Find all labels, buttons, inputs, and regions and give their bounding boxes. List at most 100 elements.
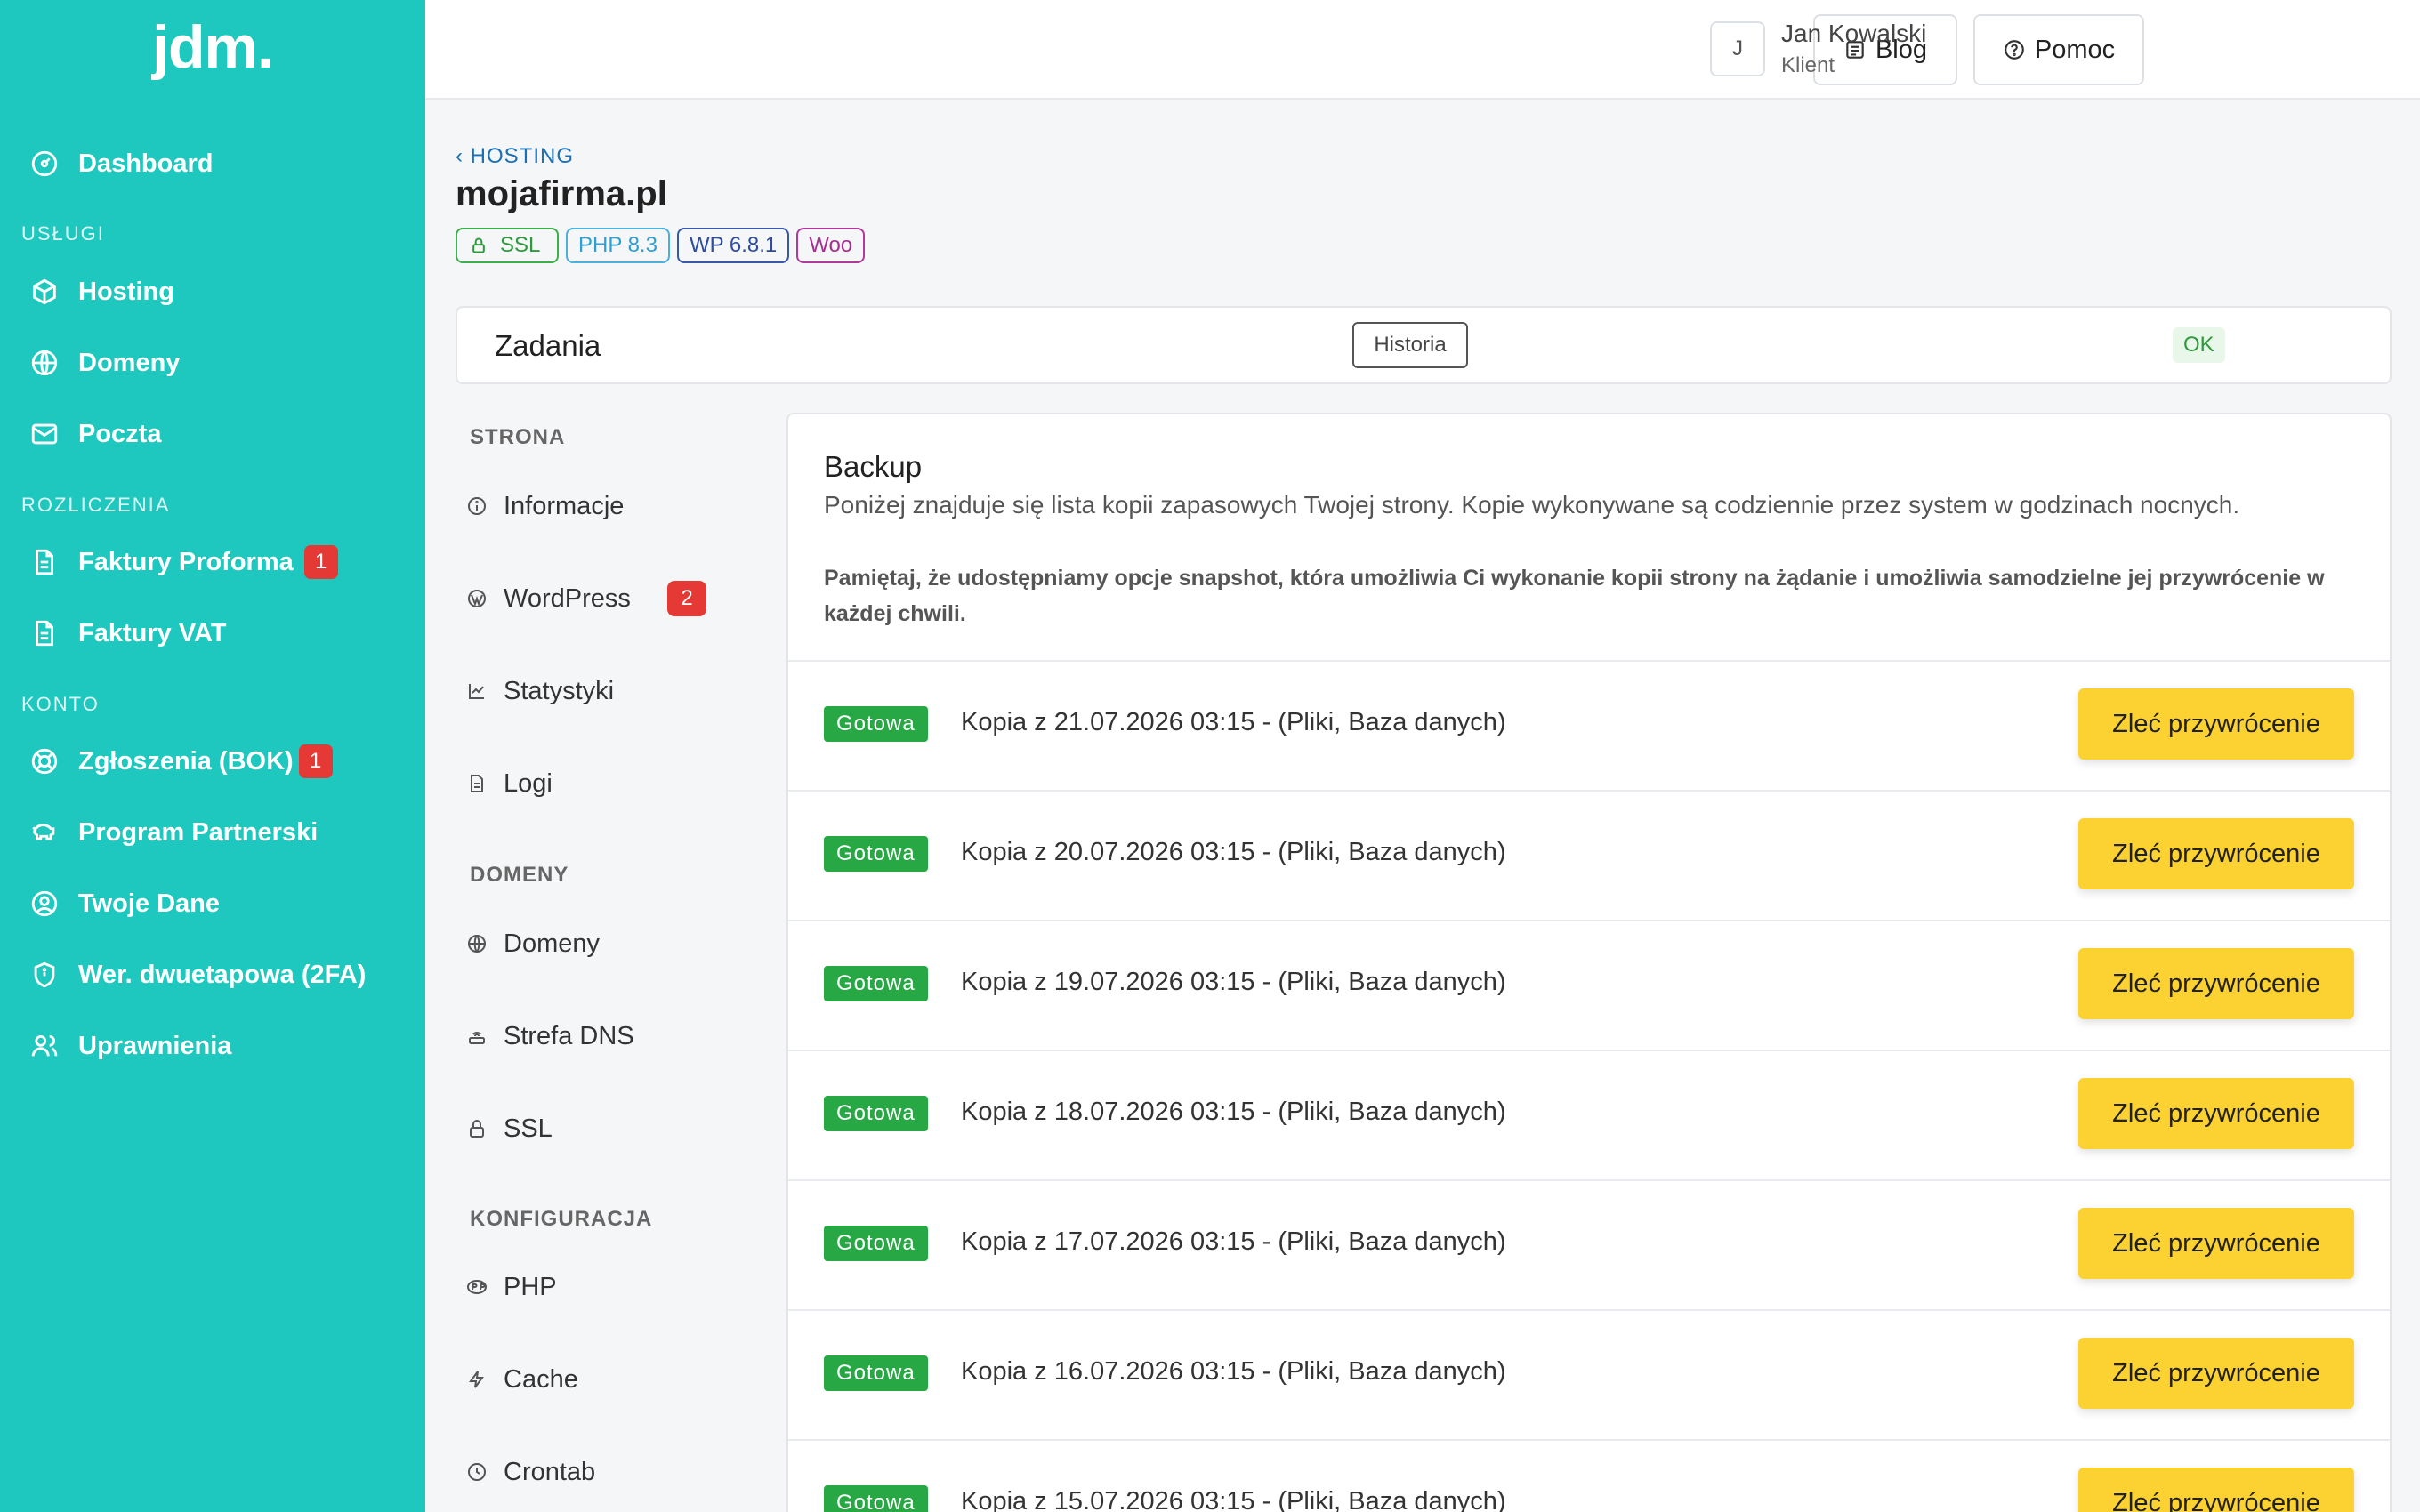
backup-row-text: Kopia z 20.07.2026 03:15 - (Pliki, Baza … bbox=[961, 838, 1506, 866]
sidebar-item-poczta[interactable]: Poczta bbox=[27, 409, 161, 459]
restore-button[interactable]: Zleć przywrócenie bbox=[2078, 1078, 2354, 1149]
subnav-item-label: SSL bbox=[504, 1114, 553, 1143]
restore-button[interactable]: Zleć przywrócenie bbox=[2078, 1338, 2354, 1409]
file-text-icon bbox=[463, 769, 491, 798]
lifebuoy-icon bbox=[27, 744, 62, 779]
history-button[interactable]: Historia bbox=[1352, 322, 1468, 368]
php-version-tag: PHP 8.3 bbox=[566, 228, 670, 263]
sidebar-item-label: Faktury VAT bbox=[78, 618, 227, 647]
backup-row: Gotowa Kopia z 20.07.2026 03:15 - (Pliki… bbox=[788, 790, 2390, 920]
subnav-section-strona: STRONA bbox=[470, 425, 566, 449]
sidebar-item-program-partnerski[interactable]: Program Partnerski bbox=[27, 808, 318, 857]
help-button-label: Pomoc bbox=[2034, 35, 2116, 64]
subnav-section-konfiguracja: KONFIGURACJA bbox=[470, 1207, 653, 1231]
restore-button[interactable]: Zleć przywrócenie bbox=[2078, 818, 2354, 889]
restore-button[interactable]: Zleć przywrócenie bbox=[2078, 948, 2354, 1019]
document-icon bbox=[27, 544, 62, 580]
router-icon bbox=[463, 1022, 491, 1050]
backup-title: Backup bbox=[824, 450, 923, 483]
status-badge: Gotowa bbox=[824, 966, 928, 1001]
backup-row-text: Kopia z 16.07.2026 03:15 - (Pliki, Baza … bbox=[961, 1357, 1506, 1386]
notification-badge: 2 bbox=[667, 581, 706, 616]
shield-icon bbox=[27, 957, 62, 993]
sidebar-item-faktury-proforma[interactable]: Faktury Proforma 1 bbox=[27, 537, 338, 587]
subnav-item-cache[interactable]: Cache bbox=[463, 1357, 578, 1402]
backup-row: Gotowa Kopia z 18.07.2026 03:15 - (Pliki… bbox=[788, 1050, 2390, 1179]
subnav-item-ssl[interactable]: SSL bbox=[463, 1106, 553, 1151]
status-badge: Gotowa bbox=[824, 1096, 928, 1131]
users-icon bbox=[27, 1028, 62, 1064]
subnav-item-statystyki[interactable]: Statystyki bbox=[463, 669, 614, 713]
globe-icon bbox=[463, 929, 491, 958]
subnav-section-domeny: DOMENY bbox=[470, 863, 569, 887]
status-badge: Gotowa bbox=[824, 836, 928, 872]
breadcrumb[interactable]: ‹ HOSTING bbox=[456, 144, 574, 169]
restore-button[interactable]: Zleć przywrócenie bbox=[2078, 688, 2354, 760]
wordpress-icon bbox=[463, 584, 491, 613]
sidebar-item-hosting[interactable]: Hosting bbox=[27, 267, 174, 317]
backup-row: Gotowa Kopia z 17.07.2026 03:15 - (Pliki… bbox=[788, 1179, 2390, 1309]
gauge-icon bbox=[27, 146, 62, 181]
sidebar-item-faktury-vat[interactable]: Faktury VAT bbox=[27, 608, 227, 658]
avatar[interactable]: J bbox=[1710, 21, 1765, 76]
subnav-item-logi[interactable]: Logi bbox=[463, 761, 553, 806]
backup-row: Gotowa Kopia z 16.07.2026 03:15 - (Pliki… bbox=[788, 1309, 2390, 1439]
restore-button[interactable]: Zleć przywrócenie bbox=[2078, 1468, 2354, 1512]
sidebar-section-konto: KONTO bbox=[21, 693, 100, 715]
user-circle-icon bbox=[27, 886, 62, 921]
mail-icon bbox=[27, 416, 62, 452]
sidebar-item-domeny[interactable]: Domeny bbox=[27, 338, 180, 388]
logo[interactable]: jdm. bbox=[0, 12, 425, 82]
subnav-item-label: WordPress bbox=[504, 583, 631, 613]
bolt-icon bbox=[463, 1365, 491, 1394]
restore-button[interactable]: Zleć przywrócenie bbox=[2078, 1208, 2354, 1279]
subnav-item-label: Domeny bbox=[504, 929, 600, 958]
sidebar-item-label: Uprawnienia bbox=[78, 1031, 232, 1060]
sidebar-item-label: Faktury Proforma bbox=[78, 547, 294, 576]
chart-icon bbox=[463, 677, 491, 705]
sidebar-section-uslugi: USŁUGI bbox=[21, 222, 105, 245]
lock-icon bbox=[463, 1114, 491, 1143]
subnav-item-strefa-dns[interactable]: Strefa DNS bbox=[463, 1014, 634, 1058]
sidebar-item-label: Domeny bbox=[78, 348, 181, 377]
box-icon bbox=[27, 274, 62, 310]
tasks-title: Zadania bbox=[495, 329, 601, 362]
notification-badge: 1 bbox=[303, 545, 338, 579]
woo-tag: Woo bbox=[796, 228, 866, 263]
subnav-item-label: PHP bbox=[504, 1272, 557, 1301]
subnav-item-wordpress[interactable]: WordPress 2 bbox=[463, 576, 706, 621]
subnav-item-php[interactable]: PHP bbox=[463, 1265, 557, 1309]
backup-row-text: Kopia z 15.07.2026 03:15 - (Pliki, Baza … bbox=[961, 1487, 1506, 1512]
piggy-bank-icon bbox=[27, 815, 62, 850]
sidebar-item-label: Wer. dwuetapowa (2FA) bbox=[78, 960, 367, 989]
subnav-item-label: Informacje bbox=[504, 491, 625, 520]
backup-note: Pamiętaj, że udostępniamy opcje snapshot… bbox=[824, 566, 2325, 626]
user-name[interactable]: Jan Kowalski bbox=[1781, 20, 1926, 48]
backup-panel: Backup Poniżej znajduje się lista kopii … bbox=[786, 413, 2392, 1512]
sidebar-item-label: Program Partnerski bbox=[78, 817, 319, 847]
sidebar-item-dashboard[interactable]: Dashboard bbox=[27, 139, 213, 189]
backup-row: Gotowa Kopia z 15.07.2026 03:15 - (Pliki… bbox=[788, 1439, 2390, 1512]
sidebar-item-twoje-dane[interactable]: Twoje Dane bbox=[27, 879, 220, 929]
backup-row-text: Kopia z 18.07.2026 03:15 - (Pliki, Baza … bbox=[961, 1098, 1506, 1126]
page-title: mojafirma.pl bbox=[456, 174, 667, 213]
subnav-item-label: Crontab bbox=[504, 1457, 596, 1486]
notification-badge: 1 bbox=[298, 744, 333, 778]
sidebar-item-uprawnienia[interactable]: Uprawnienia bbox=[27, 1021, 231, 1071]
ssl-tag-label: SSL bbox=[500, 233, 541, 257]
sidebar-item-label: Zgłoszenia (BOK) bbox=[78, 746, 294, 776]
wp-version-tag: WP 6.8.1 bbox=[676, 228, 790, 263]
sidebar-item-zgloszenia[interactable]: Zgłoszenia (BOK) 1 bbox=[27, 736, 333, 786]
subnav-item-informacje[interactable]: Informacje bbox=[463, 484, 624, 528]
backup-row: Gotowa Kopia z 19.07.2026 03:15 - (Pliki… bbox=[788, 920, 2390, 1050]
backup-row: Gotowa Kopia z 21.07.2026 03:15 - (Pliki… bbox=[788, 660, 2390, 790]
sidebar-item-2fa[interactable]: Wer. dwuetapowa (2FA) bbox=[27, 950, 366, 1000]
document-icon bbox=[27, 615, 62, 651]
help-button[interactable]: Pomoc bbox=[1973, 14, 2144, 85]
backup-row-text: Kopia z 17.07.2026 03:15 - (Pliki, Baza … bbox=[961, 1227, 1506, 1256]
backup-row-text: Kopia z 21.07.2026 03:15 - (Pliki, Baza … bbox=[961, 708, 1506, 736]
subnav-item-crontab[interactable]: Crontab bbox=[463, 1450, 595, 1494]
backup-description: Poniżej znajduje się lista kopii zapasow… bbox=[824, 491, 2240, 519]
subnav-item-domeny[interactable]: Domeny bbox=[463, 921, 600, 966]
subnav-item-label: Cache bbox=[504, 1364, 578, 1394]
